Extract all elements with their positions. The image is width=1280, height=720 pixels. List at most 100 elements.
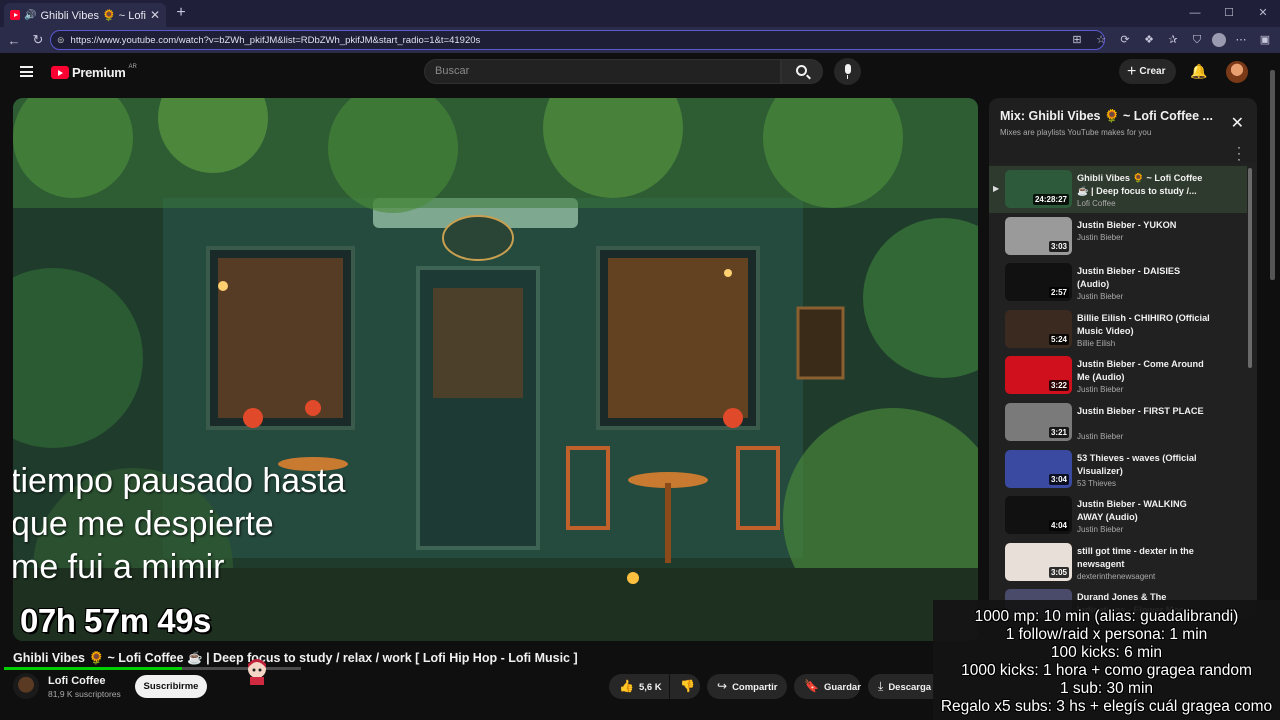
speaker-icon[interactable]: 🔊: [24, 10, 36, 21]
overlay-line: 1 follow/raid x persona: 1 min: [1005, 626, 1208, 643]
maximize-icon[interactable]: ☐: [1212, 0, 1246, 27]
browser-window: 🔊 Ghibli Vibes 🌻 ~ Lofi Coffee ✕ + — ☐ ✕…: [0, 0, 1280, 720]
notifications-icon[interactable]: 🔔: [1190, 63, 1207, 79]
playlist-scrollbar[interactable]: [1248, 168, 1252, 368]
playlist-thumbnail[interactable]: 3:05: [1005, 542, 1072, 581]
overlay-line: 1 sub: 30 min: [1059, 680, 1154, 697]
dislike-button[interactable]: 👎: [670, 674, 700, 699]
subscribe-button[interactable]: Suscribirme: [135, 675, 207, 698]
playlist-item[interactable]: 5:24 Billie Eilish - CHIHIRO (Official Mu…: [989, 306, 1247, 353]
share-button[interactable]: ↪ Compartir: [707, 674, 787, 699]
playlist-subtitle: Mixes are playlists YouTube makes for yo…: [1000, 128, 1152, 137]
refresh-extension-icon[interactable]: ⟳: [1116, 30, 1134, 50]
playlist-item[interactable]: 3:04 53 Thieves - waves (Official Visuali…: [989, 446, 1247, 493]
playlist-thumbnail[interactable]: 24:28:27: [1005, 170, 1072, 208]
playlist-item-channel: 53 Thieves: [1077, 478, 1116, 488]
playlist-panel: Mix: Ghibli Vibes 🌻 ~ Lofi Coffee ... Mi…: [989, 98, 1257, 618]
playlist-thumbnail[interactable]: 5:24: [1005, 309, 1072, 348]
playlist-item[interactable]: 3:03 Justin Bieber - YUKON Justin Bieber: [989, 213, 1247, 260]
anime-sticker-icon: [248, 659, 266, 685]
page-scrollbar[interactable]: [1270, 70, 1275, 280]
save-button[interactable]: 🔖 Guardar: [794, 674, 861, 699]
site-info-icon[interactable]: ⊜: [57, 35, 65, 46]
playlist-item-title[interactable]: Justin Bieber - DAISIES (Audio): [1077, 265, 1212, 291]
menu-icon[interactable]: [20, 66, 33, 77]
close-window-icon[interactable]: ✕: [1246, 0, 1280, 27]
channel-name[interactable]: Lofi Coffee: [48, 675, 105, 687]
youtube-logo[interactable]: Premium AR: [51, 64, 137, 80]
playlist-item-title[interactable]: Justin Bieber - WALKING AWAY (Audio): [1077, 498, 1212, 524]
back-icon[interactable]: ←: [2, 33, 26, 48]
video-player[interactable]: tiempo pausado hasta que me despierte me…: [13, 98, 978, 641]
playlist-item-title[interactable]: Justin Bieber - FIRST PLACE: [1077, 405, 1212, 418]
duration-badge: 3:22: [1048, 380, 1069, 392]
stream-timer: 07h 57m 49s: [20, 602, 211, 639]
overlay-line: 1000 mp: 10 min (alias: guadalibrandi): [974, 608, 1239, 625]
sidebar-icon[interactable]: ▣: [1256, 30, 1274, 50]
channel-avatar[interactable]: [13, 673, 39, 699]
download-button[interactable]: ⤓ Descarga: [868, 674, 934, 699]
create-button[interactable]: + Crear: [1119, 59, 1176, 84]
thumbs-down-icon: 👎: [680, 679, 695, 693]
lyrics-line: que me despierte: [13, 505, 274, 543]
playlist-item-channel: Lofi Coffee: [1077, 199, 1116, 208]
duration-badge: 3:05: [1048, 566, 1069, 578]
profile-icon[interactable]: [1212, 33, 1226, 47]
playlist-item[interactable]: 3:22 Justin Bieber - Come Around Me (Audi…: [989, 352, 1247, 399]
lyrics-line: me fui a mimir: [13, 548, 225, 586]
playlist-item[interactable]: 4:04 Justin Bieber - WALKING AWAY (Audio)…: [989, 492, 1247, 539]
playlist-item-title[interactable]: Ghibli Vibes 🌻 ~ Lofi Coffee ☕ | Deep fo…: [1077, 172, 1212, 198]
extensions-icon[interactable]: ❖: [1140, 30, 1158, 50]
playlist-item-title[interactable]: Billie Eilish - CHIHIRO (Official Music …: [1077, 312, 1212, 338]
minimize-icon[interactable]: —: [1178, 0, 1212, 27]
playlist-item-channel: dexterinthenewsagent: [1077, 571, 1156, 581]
duration-badge: 4:04: [1048, 520, 1069, 532]
duration-badge: 3:21: [1048, 426, 1069, 438]
playlist-items: ▶ 24:28:27 Ghibli Vibes 🌻 ~ Lofi Coffee ☕ …: [989, 166, 1247, 618]
tab-strip: 🔊 Ghibli Vibes 🌻 ~ Lofi Coffee ✕ + — ☐ ✕: [0, 0, 1280, 27]
plus-icon: +: [1127, 63, 1137, 80]
playlist-item[interactable]: 3:21 Justin Bieber - FIRST PLACE Justin Bi…: [989, 399, 1247, 446]
search-button[interactable]: [781, 59, 823, 84]
search-input[interactable]: Buscar: [424, 59, 781, 84]
playlist-item[interactable]: 2:57 Justin Bieber - DAISIES (Audio) Justi…: [989, 259, 1247, 306]
playlist-item-channel: Justin Bieber: [1077, 385, 1124, 395]
apps-icon[interactable]: ⊞: [1068, 30, 1086, 50]
more-options-icon[interactable]: · · ·: [1237, 141, 1241, 165]
playlist-thumbnail[interactable]: 4:04: [1005, 496, 1072, 535]
user-avatar[interactable]: [1226, 61, 1248, 83]
subscriber-count: 81,9 K suscriptores: [48, 689, 121, 699]
playlist-thumbnail[interactable]: 3:04: [1005, 449, 1072, 488]
close-tab-icon[interactable]: ✕: [150, 8, 160, 22]
address-bar[interactable]: ⊜ https://www.youtube.com/watch?v=bZWh_p…: [50, 30, 1105, 50]
shield-icon[interactable]: ⛉: [1188, 30, 1206, 50]
more-icon[interactable]: ⋯: [1232, 30, 1250, 50]
like-button[interactable]: 👍 5,6 K: [609, 674, 669, 699]
playlist-item-title[interactable]: 53 Thieves - waves (Official Visualizer): [1077, 452, 1212, 478]
youtube-header: Premium AR Buscar + Crear 🔔: [0, 53, 1280, 93]
duration-badge: 5:24: [1048, 333, 1069, 345]
playlist-thumbnail[interactable]: 3:22: [1005, 356, 1072, 395]
reload-icon[interactable]: ↻: [26, 32, 50, 48]
playlist-thumbnail[interactable]: 2:57: [1005, 263, 1072, 302]
create-label: Crear: [1139, 66, 1166, 77]
playlist-item-title[interactable]: still got time - dexter in the newsagent: [1077, 545, 1212, 571]
url-text: https://www.youtube.com/watch?v=bZWh_pki…: [70, 34, 481, 46]
voice-search-icon[interactable]: [834, 58, 861, 85]
playlist-item-title[interactable]: Justin Bieber - YUKON: [1077, 219, 1212, 232]
playlist-title[interactable]: Mix: Ghibli Vibes 🌻 ~ Lofi Coffee ...: [1000, 109, 1215, 124]
bookmark-icon: 🔖: [804, 679, 819, 693]
playlist-item-title[interactable]: Justin Bieber - Come Around Me (Audio): [1077, 358, 1212, 384]
playlist-thumbnail[interactable]: 3:21: [1005, 402, 1072, 441]
playlist-item[interactable]: 3:05 still got time - dexter in the newsa…: [989, 539, 1247, 586]
playlist-thumbnail[interactable]: 3:03: [1005, 216, 1072, 255]
now-playing-icon: ▶: [993, 184, 1000, 193]
video-title: Ghibli Vibes 🌻 ~ Lofi Coffee ☕ | Deep fo…: [13, 651, 578, 665]
playlist-item-channel: Justin Bieber: [1077, 525, 1124, 535]
new-tab-icon[interactable]: +: [172, 4, 190, 22]
favorite-star-icon[interactable]: ☆: [1092, 30, 1110, 50]
playlist-item[interactable]: ▶ 24:28:27 Ghibli Vibes 🌻 ~ Lofi Coffee ☕ …: [989, 166, 1247, 213]
close-icon[interactable]: ✕: [1231, 113, 1244, 133]
browser-tab[interactable]: 🔊 Ghibli Vibes 🌻 ~ Lofi Coffee ✕: [4, 3, 166, 27]
favorites-icon[interactable]: ✰: [1164, 30, 1182, 50]
